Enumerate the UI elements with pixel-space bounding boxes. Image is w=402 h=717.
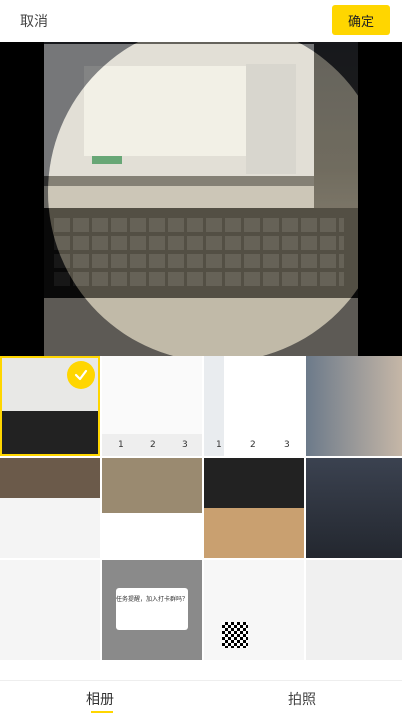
bottom-tab-bar: 相册 拍照 — [0, 680, 402, 717]
thumbnail-message[interactable] — [306, 560, 402, 660]
thumbnail-form[interactable] — [0, 560, 100, 660]
thumbnail-shop[interactable] — [102, 458, 202, 558]
key-label: 3 — [182, 440, 188, 450]
preview-image — [44, 42, 358, 356]
qr-code-icon — [222, 622, 248, 648]
cancel-button[interactable]: 取消 — [20, 11, 48, 31]
key-label: 1 — [216, 440, 222, 450]
tab-camera[interactable]: 拍照 — [288, 689, 316, 709]
thumbnail-laptop[interactable] — [0, 356, 100, 456]
thumbnail-keypad[interactable]: 1 2 3 — [102, 356, 202, 456]
thumbnail-app[interactable] — [0, 458, 100, 558]
thumbnail-hoodie[interactable] — [306, 458, 402, 558]
photo-preview[interactable] — [0, 42, 402, 356]
crop-circle[interactable] — [48, 42, 358, 356]
tab-album[interactable]: 相册 — [86, 689, 114, 709]
confirm-button[interactable]: 确定 — [332, 5, 390, 35]
photo-grid: 1 2 3 1 2 3 任务提醒，加入打卡群吗？ — [0, 356, 402, 680]
active-tab-indicator — [91, 711, 113, 713]
key-label: 3 — [284, 440, 290, 450]
thumbnail-chat[interactable] — [204, 458, 304, 558]
top-bar: 取消 确定 — [0, 0, 402, 42]
selected-check-icon[interactable] — [67, 361, 95, 389]
key-label: 2 — [250, 440, 256, 450]
key-label: 2 — [150, 440, 156, 450]
thumbnail-list[interactable]: 1 2 3 — [204, 356, 304, 456]
dialog-text: 任务提醒，加入打卡群吗？ — [116, 588, 188, 630]
key-label: 1 — [118, 440, 124, 450]
thumbnail-qr[interactable] — [204, 560, 304, 660]
thumbnail-person[interactable] — [306, 356, 402, 456]
thumbnail-dialog[interactable]: 任务提醒，加入打卡群吗？ — [102, 560, 202, 660]
